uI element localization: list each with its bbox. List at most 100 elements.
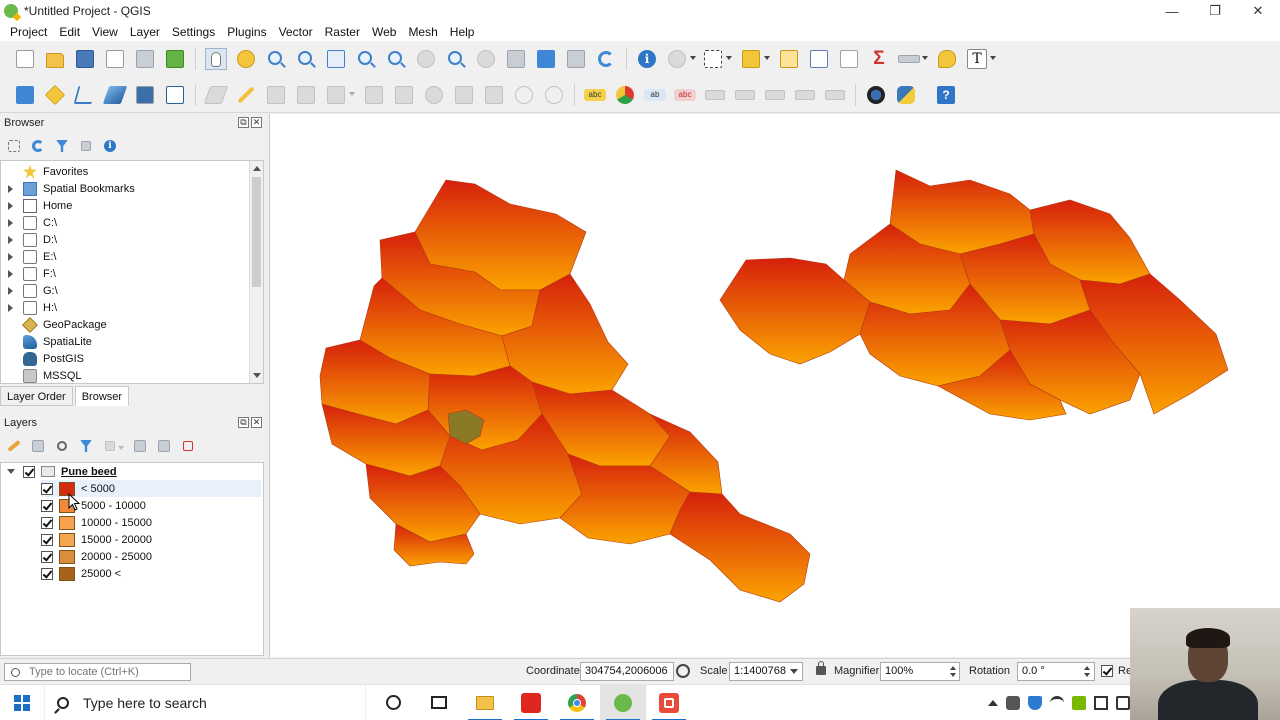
- taskbar-search[interactable]: Type here to search: [44, 684, 366, 720]
- text-annotation-icon[interactable]: T: [966, 48, 996, 70]
- new-virtual-layer-icon[interactable]: [164, 84, 186, 106]
- add-group-icon[interactable]: [30, 438, 46, 454]
- rotation-stepper[interactable]: [1082, 662, 1094, 681]
- layer-row-pune-beed[interactable]: Pune beed: [7, 463, 117, 480]
- restore-button[interactable]: ❐: [1193, 0, 1237, 22]
- class-visibility-checkbox[interactable]: [41, 516, 53, 529]
- menu-project[interactable]: Project: [4, 25, 53, 39]
- tray-wifi-icon[interactable]: [1050, 696, 1064, 710]
- browser-info-icon[interactable]: i: [102, 138, 118, 154]
- scroll-up-icon[interactable]: [253, 166, 261, 171]
- float-panel-button[interactable]: ⧉: [238, 417, 249, 428]
- help-icon[interactable]: ?: [935, 84, 957, 106]
- new-spatialite-layer-icon[interactable]: [102, 84, 128, 106]
- menu-mesh[interactable]: Mesh: [402, 25, 443, 39]
- tray-display-icon[interactable]: [1094, 696, 1108, 710]
- class-visibility-checkbox[interactable]: [41, 567, 53, 580]
- save-project-icon[interactable]: [74, 48, 96, 70]
- temporal-controller-icon[interactable]: [535, 48, 557, 70]
- close-panel-button[interactable]: ✕: [251, 417, 262, 428]
- python-console-icon[interactable]: [895, 84, 917, 106]
- digitize-tool-icon[interactable]: [794, 84, 816, 106]
- browser-item-drive-c[interactable]: C:\: [1, 214, 249, 231]
- tray-app-icon[interactable]: [1006, 696, 1020, 710]
- cut-features-icon[interactable]: [423, 84, 445, 106]
- browser-item-drive-e[interactable]: E:\: [1, 248, 249, 265]
- locator-box[interactable]: [4, 663, 191, 681]
- layer-visibility-checkbox[interactable]: [23, 465, 35, 478]
- save-layer-edits-icon[interactable]: [265, 84, 287, 106]
- pan-to-selection-icon[interactable]: [235, 48, 257, 70]
- class-visibility-checkbox[interactable]: [41, 550, 53, 563]
- collapse-icon[interactable]: [7, 469, 15, 474]
- browser-scrollbar[interactable]: [249, 161, 263, 383]
- expand-all-icon[interactable]: [132, 438, 148, 454]
- class-visibility-checkbox[interactable]: [41, 482, 53, 495]
- toggle-extents-icon[interactable]: [676, 664, 690, 678]
- new-geopackage-layer-icon[interactable]: [44, 84, 66, 106]
- rotate-label-icon[interactable]: [734, 84, 756, 106]
- legend-class-row[interactable]: 10000 - 15000: [41, 514, 152, 531]
- scroll-down-icon[interactable]: [253, 373, 261, 378]
- menu-layer[interactable]: Layer: [124, 25, 166, 39]
- filter-browser-icon[interactable]: [54, 138, 70, 154]
- diagram-tool-icon[interactable]: [614, 84, 636, 106]
- zoom-to-layer-icon[interactable]: [385, 48, 407, 70]
- file-explorer-button[interactable]: [462, 685, 508, 720]
- district-polygon[interactable]: [669, 491, 811, 603]
- open-attribute-table-icon[interactable]: [740, 48, 770, 70]
- class-visibility-checkbox[interactable]: [41, 499, 53, 512]
- manage-map-themes-icon[interactable]: [54, 438, 70, 454]
- zoom-in-icon[interactable]: [265, 48, 287, 70]
- show-layout-manager-icon[interactable]: [134, 48, 156, 70]
- menu-view[interactable]: View: [86, 25, 124, 39]
- locator-input[interactable]: [29, 666, 179, 678]
- browser-item-drive-d[interactable]: D:\: [1, 231, 249, 248]
- browser-item-drive-f[interactable]: F:\: [1, 265, 249, 282]
- legend-class-row[interactable]: 25000 <: [41, 565, 121, 582]
- zoom-last-icon[interactable]: [445, 48, 467, 70]
- attribute-table-icon[interactable]: [808, 48, 830, 70]
- delete-selected-icon[interactable]: [393, 84, 415, 106]
- zoom-next-icon[interactable]: [475, 48, 497, 70]
- tray-battery-icon[interactable]: [1116, 696, 1130, 710]
- open-layer-styling-icon[interactable]: [6, 438, 22, 454]
- actions-icon[interactable]: [666, 48, 696, 70]
- add-selected-layers-icon[interactable]: [6, 138, 22, 154]
- modify-attributes-icon[interactable]: [363, 84, 385, 106]
- show-hidden-icons-icon[interactable]: [988, 700, 998, 706]
- current-edits-icon[interactable]: [203, 84, 229, 106]
- chrome-button[interactable]: [554, 685, 600, 720]
- acrobat-button[interactable]: [508, 685, 554, 720]
- filter-by-expression-icon[interactable]: [102, 438, 124, 454]
- zoom-native-icon[interactable]: [415, 48, 437, 70]
- select-features-icon[interactable]: [702, 48, 732, 70]
- close-button[interactable]: ✕: [1236, 0, 1280, 22]
- new-project-icon[interactable]: [14, 48, 36, 70]
- scale-dropdown-icon[interactable]: [790, 669, 798, 674]
- legend-class-row[interactable]: 20000 - 25000: [41, 548, 152, 565]
- menu-help[interactable]: Help: [444, 25, 481, 39]
- lock-scale-icon[interactable]: [816, 661, 826, 675]
- magnifier-stepper[interactable]: [948, 662, 960, 681]
- measure-line-icon[interactable]: [898, 48, 928, 70]
- toggle-editing-icon[interactable]: [235, 84, 257, 106]
- map-canvas[interactable]: [269, 114, 1280, 657]
- refresh-icon[interactable]: [595, 48, 617, 70]
- map-tips-icon[interactable]: [936, 48, 958, 70]
- zoom-to-selection-icon[interactable]: [355, 48, 377, 70]
- collapse-all-icon[interactable]: [78, 138, 94, 154]
- scroll-thumb[interactable]: [252, 177, 261, 287]
- move-label-icon[interactable]: [704, 84, 726, 106]
- change-label-icon[interactable]: [764, 84, 786, 106]
- legend-class-row[interactable]: 5000 - 10000: [41, 497, 146, 514]
- browser-item-geopackage[interactable]: GeoPackage: [1, 316, 249, 333]
- browser-item-drive-h[interactable]: H:\: [1, 299, 249, 316]
- screen-recorder-button[interactable]: [646, 685, 692, 720]
- browser-item-favorites[interactable]: Favorites: [1, 163, 249, 180]
- new-print-layout-icon[interactable]: [104, 48, 126, 70]
- map-svg[interactable]: [270, 114, 1280, 657]
- data-source-manager-icon[interactable]: [14, 84, 36, 106]
- collapse-all-layers-icon[interactable]: [156, 438, 172, 454]
- pin-labels-icon[interactable]: ab: [644, 84, 666, 106]
